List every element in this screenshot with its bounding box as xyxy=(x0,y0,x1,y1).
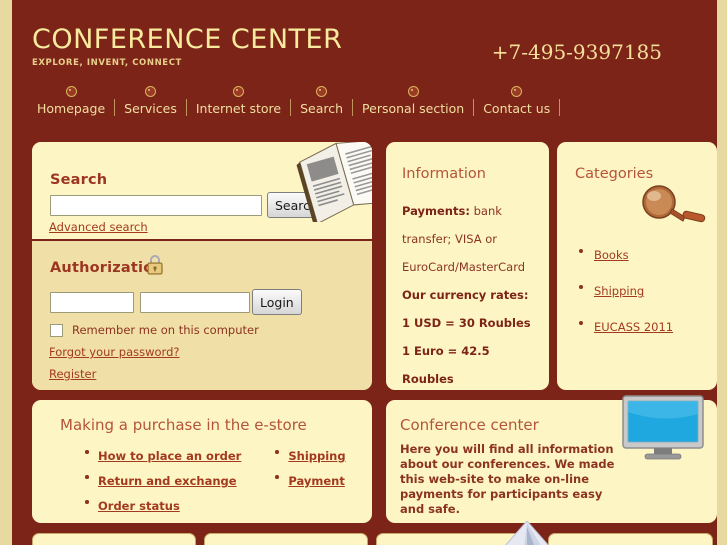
nav-separator xyxy=(290,99,292,116)
information-panel: Information Payments: bank transfer; VIS… xyxy=(386,142,549,390)
purchase-heading: Making a purchase in the e-store xyxy=(60,416,307,434)
conference-heading: Conference center xyxy=(400,416,539,434)
list-item: EUCASS 2011 xyxy=(575,316,703,335)
nav-item-personal-section[interactable]: Personal section xyxy=(353,86,473,116)
remember-me-checkbox[interactable] xyxy=(50,323,63,337)
rate-euro: 1 Euro = 42.5 Roubles xyxy=(402,344,490,386)
main-panel-row: Search Search Advanced search Authorizat… xyxy=(12,140,717,390)
padlock-icon xyxy=(147,255,163,275)
bottom-panel-3[interactable] xyxy=(376,533,540,545)
category-link-shipping[interactable]: Shipping xyxy=(594,284,644,298)
conference-center-panel: Conference center Here you will find all… xyxy=(386,395,717,523)
remember-me-row: Remember me on this computer xyxy=(50,323,259,337)
conference-description: Here you will find all information about… xyxy=(400,442,615,516)
category-link-eucass-2011[interactable]: EUCASS 2011 xyxy=(594,320,673,334)
nav-separator xyxy=(473,99,475,116)
categories-heading: Categories xyxy=(575,166,654,182)
list-item: Payment xyxy=(274,470,345,489)
list-item: Shipping xyxy=(274,445,346,464)
payments-line-3: EuroCard/MasterCard xyxy=(402,260,526,274)
secondary-panel-row: Making a purchase in the e-store How to … xyxy=(12,395,717,525)
circle-bullet-icon xyxy=(511,86,523,97)
nav-separator xyxy=(114,99,116,116)
site-title: CONFERENCE CENTER xyxy=(32,24,343,55)
link-payment[interactable]: Payment xyxy=(288,474,345,488)
forgot-password-link[interactable]: Forgot your password? xyxy=(49,345,179,359)
bottom-panel-2[interactable] xyxy=(204,533,368,545)
bottom-panel-strip xyxy=(12,521,717,545)
list-item: Books xyxy=(575,244,703,263)
circle-bullet-icon xyxy=(145,86,156,97)
password-field[interactable] xyxy=(140,292,250,313)
list-item: How to place an order xyxy=(84,445,241,464)
purchase-column-1: How to place an order Return and exchang… xyxy=(84,445,241,520)
link-how-to-place-an-order[interactable]: How to place an order xyxy=(98,449,241,463)
nav-item-search[interactable]: Search xyxy=(291,86,352,116)
search-authorization-panel: Search Search Advanced search Authorizat… xyxy=(32,142,372,390)
purchase-link-columns: How to place an order Return and exchang… xyxy=(84,445,372,520)
nav-label: Services xyxy=(124,101,177,116)
rate-usd: 1 USD = 30 Roubles xyxy=(402,316,531,330)
nav-label: Search xyxy=(300,101,344,116)
purchase-column-2: Shipping Payment xyxy=(274,445,346,520)
currency-rates-heading: Our currency rates: xyxy=(402,288,529,302)
nav-label: Contact us xyxy=(483,101,551,116)
main-navigation: Homepage Services Internet store Search … xyxy=(28,86,561,116)
circle-bullet-icon xyxy=(65,86,77,97)
categories-panel: Categories Books Shipping EUCASS 2011 xyxy=(557,142,717,390)
search-input[interactable] xyxy=(50,195,262,216)
circle-bullet-icon xyxy=(232,86,244,97)
circle-bullet-icon xyxy=(316,86,328,97)
link-order-status[interactable]: Order status xyxy=(98,499,180,513)
brand-block: CONFERENCE CENTER EXPLORE, INVENT, CONNE… xyxy=(32,26,342,68)
advanced-search-link[interactable]: Advanced search xyxy=(49,220,148,234)
nav-separator xyxy=(185,99,187,116)
payments-line-1: Payments: bank xyxy=(402,197,535,225)
login-button[interactable]: Login xyxy=(252,289,302,315)
list-item: Shipping xyxy=(575,280,703,299)
nav-item-internet-store[interactable]: Internet store xyxy=(187,86,290,116)
page-body: CONFERENCE CENTER EXPLORE, INVENT, CONNE… xyxy=(12,0,717,545)
bottom-panel-1[interactable] xyxy=(32,533,196,545)
link-shipping[interactable]: Shipping xyxy=(288,449,345,463)
circle-bullet-icon xyxy=(407,86,419,97)
site-tagline: EXPLORE, INVENT, CONNECT xyxy=(32,58,182,68)
nav-label: Homepage xyxy=(37,101,106,116)
nav-item-services[interactable]: Services xyxy=(115,86,186,116)
nav-item-contact-us[interactable]: Contact us xyxy=(474,86,559,116)
category-link-books[interactable]: Books xyxy=(594,248,629,262)
bottom-panel-4[interactable] xyxy=(548,533,713,545)
payments-line-2: transfer; VISA or xyxy=(402,232,498,246)
nav-item-homepage[interactable]: Homepage xyxy=(28,86,114,116)
search-section: Search Search Advanced search xyxy=(32,142,372,241)
list-item: Return and exchange xyxy=(84,470,241,489)
nav-label: Internet store xyxy=(195,101,282,116)
search-button[interactable]: Search xyxy=(267,192,326,218)
information-heading: Information xyxy=(402,166,486,182)
nav-separator xyxy=(352,99,354,116)
magnifying-glass-icon xyxy=(642,185,706,223)
register-link[interactable]: Register xyxy=(49,367,96,381)
authorization-section: Authorization Login Remember me on this … xyxy=(32,241,372,390)
nav-label: Personal section xyxy=(362,101,465,116)
remember-me-label: Remember me on this computer xyxy=(72,323,259,337)
login-field[interactable] xyxy=(50,292,134,313)
purchase-info-panel: Making a purchase in the e-store How to … xyxy=(32,400,372,523)
link-return-and-exchange[interactable]: Return and exchange xyxy=(98,474,237,488)
search-heading: Search xyxy=(50,172,108,188)
site-header: CONFERENCE CENTER EXPLORE, INVENT, CONNE… xyxy=(12,0,717,128)
nav-separator xyxy=(559,99,561,116)
payments-label: Payments: xyxy=(402,204,470,218)
phone-number: +7-495-9397185 xyxy=(491,40,662,64)
payments-value: bank xyxy=(469,204,502,218)
list-item: Order status xyxy=(84,495,241,514)
categories-list: Books Shipping EUCASS 2011 xyxy=(575,244,703,335)
